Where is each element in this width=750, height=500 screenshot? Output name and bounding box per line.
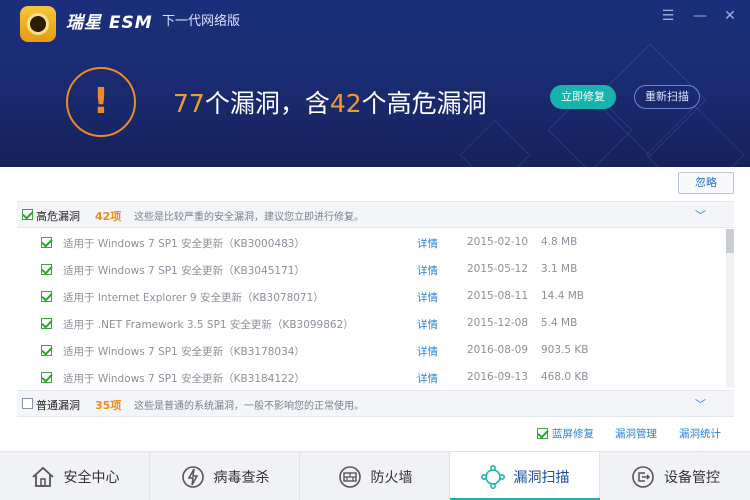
header-banner: 瑞星 ESM 下一代网络版 ☰ — ✕ ! 77个漏洞，含42个高危漏洞 立即修… <box>0 0 750 167</box>
table-row[interactable]: 适用于 .NET Framework 3.5 SP1 安全更新（KB309986… <box>17 310 725 337</box>
lion-logo-icon <box>20 6 56 42</box>
device-icon <box>632 465 654 488</box>
row-checkbox[interactable] <box>41 318 52 329</box>
table-row[interactable]: 适用于 Windows 7 SP1 安全更新（KB3178034） 详情 201… <box>17 337 725 364</box>
warning-icon: ! <box>66 67 136 137</box>
lightning-icon <box>181 465 204 488</box>
category-desc: 这些是比较严重的安全漏洞，建议您立即进行修复。 <box>134 212 364 223</box>
bluescreen-fix-checkbox[interactable] <box>537 428 548 439</box>
nav-firewall[interactable]: 防火墙 <box>300 452 450 500</box>
patch-date: 2015-02-10 <box>467 236 529 248</box>
bottom-nav: 安全中心 病毒查杀 防火墙 漏洞扫描 设备管控 <box>0 451 750 500</box>
category-count: 35项 <box>95 399 122 412</box>
summary-text-end: 个高危漏洞 <box>361 89 487 118</box>
minimize-icon[interactable]: — <box>692 8 708 24</box>
patch-name: 适用于 Windows 7 SP1 安全更新（KB3184122） <box>63 373 305 385</box>
category-high-risk[interactable]: 高危漏洞 42项 这些是比较严重的安全漏洞，建议您立即进行修复。 ﹀ <box>17 201 734 228</box>
total-count: 77 <box>173 89 205 118</box>
row-checkbox[interactable] <box>41 345 52 356</box>
category-count: 42项 <box>95 210 122 223</box>
detail-link[interactable]: 详情 <box>417 371 438 386</box>
nav-label: 安全中心 <box>63 469 120 486</box>
category-checkbox[interactable] <box>22 209 33 220</box>
vuln-manage-link[interactable]: 漏洞管理 <box>615 426 657 441</box>
patch-name: 适用于 Internet Explorer 9 安全更新（KB3078071） <box>63 292 324 304</box>
patch-date: 2015-12-08 <box>467 317 529 329</box>
brand-name: 瑞星 ESM <box>66 13 153 33</box>
nav-label: 漏洞扫描 <box>513 469 570 486</box>
patch-size: 5.4 MB <box>541 317 578 329</box>
esm-window: 瑞星 ESM 下一代网络版 ☰ — ✕ ! 77个漏洞，含42个高危漏洞 立即修… <box>0 0 750 500</box>
patch-date: 2016-09-13 <box>467 371 529 383</box>
detail-link[interactable]: 详情 <box>417 290 438 305</box>
scan-summary: 77个漏洞，含42个高危漏洞 <box>173 84 487 120</box>
category-title: 普通漏洞 <box>36 399 80 412</box>
detail-link[interactable]: 详情 <box>417 236 438 251</box>
patch-name: 适用于 .NET Framework 3.5 SP1 安全更新（KB309986… <box>63 319 354 331</box>
nav-label: 病毒查杀 <box>213 469 270 486</box>
patch-size: 14.4 MB <box>541 290 584 302</box>
patch-name: 适用于 Windows 7 SP1 安全更新（KB3045171） <box>63 265 305 277</box>
patch-date: 2015-05-12 <box>467 263 529 275</box>
patch-date: 2015-08-11 <box>467 290 529 302</box>
high-risk-count: 42 <box>329 89 362 118</box>
chevron-down-icon[interactable]: ﹀ <box>695 396 706 412</box>
ignore-button[interactable]: 忽略 <box>678 172 734 194</box>
nav-label: 设备管控 <box>664 469 720 486</box>
patch-date: 2016-08-09 <box>467 344 529 356</box>
patch-size: 3.1 MB <box>541 263 578 275</box>
category-title: 高危漏洞 <box>36 210 80 223</box>
chevron-down-icon[interactable]: ﹀ <box>695 207 706 223</box>
row-checkbox[interactable] <box>41 291 52 302</box>
detail-link[interactable]: 详情 <box>417 317 438 332</box>
menu-icon[interactable]: ☰ <box>660 8 676 24</box>
network-scan-icon <box>480 464 505 489</box>
scrollbar-thumb[interactable] <box>726 229 734 253</box>
patch-size: 903.5 KB <box>541 344 589 356</box>
category-desc: 这些是普通的系统漏洞，一般不影响您的正常使用。 <box>134 401 364 412</box>
patch-name: 适用于 Windows 7 SP1 安全更新（KB3178034） <box>63 346 305 358</box>
house-icon <box>31 466 54 487</box>
close-icon[interactable]: ✕ <box>722 8 738 24</box>
table-row[interactable]: 适用于 Windows 7 SP1 安全更新（KB3000483） 详情 201… <box>17 229 725 256</box>
table-row[interactable]: 适用于 Windows 7 SP1 安全更新（KB3184122） 详情 201… <box>17 364 725 391</box>
row-checkbox[interactable] <box>41 237 52 248</box>
table-row[interactable]: 适用于 Windows 7 SP1 安全更新（KB3045171） 详情 201… <box>17 256 725 283</box>
nav-device-control[interactable]: 设备管控 <box>600 452 750 500</box>
fix-now-button[interactable]: 立即修复 <box>550 85 616 109</box>
summary-text-mid: 个漏洞，含 <box>204 89 330 118</box>
patch-size: 4.8 MB <box>541 236 578 248</box>
table-row[interactable]: 适用于 Internet Explorer 9 安全更新（KB3078071） … <box>17 283 725 310</box>
category-normal[interactable]: 普通漏洞 35项 这些是普通的系统漏洞，一般不影响您的正常使用。 ﹀ <box>17 390 734 417</box>
vuln-stats-link[interactable]: 漏洞统计 <box>679 426 721 441</box>
brand-subtitle: 下一代网络版 <box>162 14 241 29</box>
nav-label: 防火墙 <box>370 469 413 486</box>
rescan-button[interactable]: 重新扫描 <box>634 85 700 109</box>
nav-virus-scan[interactable]: 病毒查杀 <box>150 452 300 500</box>
category-checkbox[interactable] <box>22 398 33 409</box>
detail-link[interactable]: 详情 <box>417 263 438 278</box>
nav-vuln-scan[interactable]: 漏洞扫描 <box>450 452 600 500</box>
bluescreen-fix-label[interactable]: 蓝屏修复 <box>552 426 594 441</box>
nav-security-center[interactable]: 安全中心 <box>0 452 150 500</box>
patch-name: 适用于 Windows 7 SP1 安全更新（KB3000483） <box>63 238 305 250</box>
patch-size: 468.0 KB <box>541 371 589 383</box>
row-checkbox[interactable] <box>41 372 52 383</box>
detail-link[interactable]: 详情 <box>417 344 438 359</box>
row-checkbox[interactable] <box>41 264 52 275</box>
firewall-icon <box>338 465 361 488</box>
